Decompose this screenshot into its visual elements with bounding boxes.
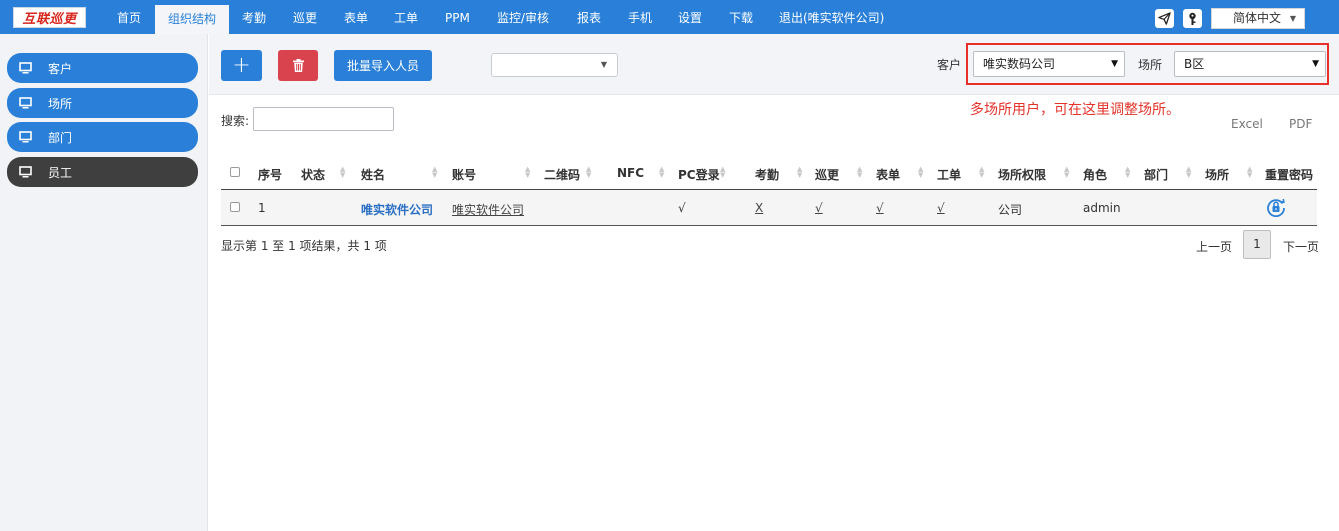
col-role[interactable]: 角色: [1083, 166, 1107, 183]
sidebar-item-employee[interactable]: 员工: [7, 157, 198, 187]
col-reset-password[interactable]: 重置密码: [1265, 166, 1313, 183]
cell-account[interactable]: 唯实软件公司: [452, 201, 524, 218]
nav-forms[interactable]: 表单: [344, 0, 368, 34]
nav-download[interactable]: 下载: [729, 0, 753, 34]
sort-icon[interactable]: ▲ ▼: [979, 166, 984, 179]
search-label: 搜索:: [221, 114, 250, 128]
sidebar-item-label: 员工: [48, 165, 73, 180]
annotation-note: 多场所用户，可在这里调整场所。: [970, 102, 1180, 118]
search-input[interactable]: [253, 107, 394, 131]
sort-icon[interactable]: ▲ ▼: [720, 166, 725, 179]
col-workorder[interactable]: 工单: [937, 166, 961, 183]
nav-monitor-audit[interactable]: 监控/审核: [497, 0, 549, 34]
export-excel-button[interactable]: Excel: [1231, 117, 1263, 131]
col-pc-login[interactable]: PC登录: [678, 166, 720, 183]
sidebar-item-label: 客户: [48, 61, 73, 76]
nav-home[interactable]: 首页: [117, 0, 141, 34]
table-header: 序号 状态 ▲ ▼ 姓名 ▲ ▼ 账号 ▲ ▼ 二维码 ▲ ▼ NFC ▲ ▼ PC登录 …: [221, 156, 1317, 190]
cell-role: admin: [1083, 201, 1121, 215]
monitor-icon: [19, 97, 32, 109]
sort-icon[interactable]: ▲ ▼: [340, 166, 345, 179]
sidebar-item-department[interactable]: 部门: [7, 122, 198, 152]
nav-ppm[interactable]: PPM: [445, 0, 470, 34]
sort-icon[interactable]: ▲ ▼: [1247, 166, 1252, 179]
sort-icon[interactable]: ▲ ▼: [1064, 166, 1069, 179]
sort-icon[interactable]: ▲ ▼: [797, 166, 802, 179]
cell-name[interactable]: 唯实软件公司: [361, 201, 433, 218]
nav-org-structure[interactable]: 组织结构: [155, 5, 230, 34]
col-status[interactable]: 状态: [301, 166, 325, 183]
sort-icon[interactable]: ▲ ▼: [1125, 166, 1130, 179]
row-checkbox[interactable]: [230, 202, 240, 212]
col-site[interactable]: 场所: [1205, 166, 1229, 183]
reset-password-icon[interactable]: [1266, 197, 1286, 220]
col-qrcode[interactable]: 二维码: [544, 166, 580, 183]
delete-button[interactable]: [278, 50, 318, 81]
language-value: 简体中文: [1233, 11, 1282, 25]
col-patrol[interactable]: 巡更: [815, 166, 839, 183]
nav-attendance[interactable]: 考勤: [242, 0, 266, 34]
cell-pc-login: √: [678, 201, 686, 215]
sidebar-item-site[interactable]: 场所: [7, 88, 198, 118]
monitor-icon: [19, 131, 32, 143]
language-select[interactable]: 简体中文 ▼: [1211, 8, 1305, 29]
filter-dropdown[interactable]: ▼: [491, 53, 618, 77]
next-page-button[interactable]: 下一页: [1283, 238, 1319, 255]
sort-icon[interactable]: ▲ ▼: [659, 166, 664, 179]
top-nav-bar: 互联巡更 首页 组织结构 考勤 巡更 表单 工单 PPM 监控/审核 报表 手机…: [0, 0, 1339, 34]
page-1-button[interactable]: 1: [1243, 230, 1271, 259]
cell-attendance[interactable]: X: [755, 201, 763, 215]
sort-icon[interactable]: ▲ ▼: [432, 166, 437, 179]
col-site-permission[interactable]: 场所权限: [998, 166, 1046, 183]
table-info: 显示第 1 至 1 项结果，共 1 项: [221, 239, 387, 253]
paper-plane-icon[interactable]: [1155, 9, 1174, 28]
col-form[interactable]: 表单: [876, 166, 900, 183]
sort-icon[interactable]: ▲ ▼: [525, 166, 530, 179]
col-account[interactable]: 账号: [452, 166, 476, 183]
prev-page-button[interactable]: 上一页: [1196, 238, 1232, 255]
sidebar-item-label: 部门: [48, 130, 73, 145]
customer-label: 客户: [937, 58, 962, 72]
nav-workorder[interactable]: 工单: [394, 0, 418, 34]
sort-icon[interactable]: ▲ ▼: [1186, 166, 1191, 179]
sort-icon[interactable]: ▲ ▼: [918, 166, 923, 179]
plus-icon: +: [232, 52, 251, 78]
trash-icon: [292, 59, 304, 72]
sort-icon[interactable]: ▲ ▼: [857, 166, 862, 179]
cell-workorder[interactable]: √: [937, 201, 945, 215]
highlight-frame: [966, 43, 1329, 85]
bulk-import-button[interactable]: 批量导入人员: [334, 50, 432, 81]
nav-settings[interactable]: 设置: [678, 0, 702, 34]
table-row: 1 唯实软件公司 唯实软件公司 √ X √ √ √ 公司 admin: [221, 190, 1317, 226]
col-no[interactable]: 序号: [258, 166, 282, 183]
sidebar: 客户 场所 部门 员工: [0, 34, 208, 531]
cell-site-permission: 公司: [998, 203, 1023, 217]
cell-patrol[interactable]: √: [815, 201, 823, 215]
chevron-down-icon: ▼: [600, 60, 607, 69]
monitor-icon: [19, 62, 32, 74]
cell-no: 1: [258, 201, 266, 215]
cell-form[interactable]: √: [876, 201, 884, 215]
select-all-checkbox[interactable]: [230, 167, 240, 177]
nav-reports[interactable]: 报表: [577, 0, 601, 34]
nav-patrol[interactable]: 巡更: [293, 0, 317, 34]
nav-logout[interactable]: 退出(唯实软件公司): [779, 0, 884, 34]
col-attendance[interactable]: 考勤: [755, 166, 779, 183]
export-pdf-button[interactable]: PDF: [1289, 117, 1312, 131]
monitor-icon: [19, 166, 32, 178]
col-name[interactable]: 姓名: [361, 166, 385, 183]
app-logo[interactable]: 互联巡更: [13, 7, 86, 28]
add-button[interactable]: +: [221, 50, 262, 81]
nav-mobile[interactable]: 手机: [628, 0, 652, 34]
sidebar-item-customer[interactable]: 客户: [7, 53, 198, 83]
col-nfc[interactable]: NFC: [617, 166, 644, 180]
sidebar-item-label: 场所: [48, 96, 73, 111]
key-icon[interactable]: [1183, 9, 1202, 28]
chevron-down-icon: ▼: [1289, 14, 1296, 23]
col-department[interactable]: 部门: [1144, 166, 1168, 183]
sort-icon[interactable]: ▲ ▼: [586, 166, 591, 179]
